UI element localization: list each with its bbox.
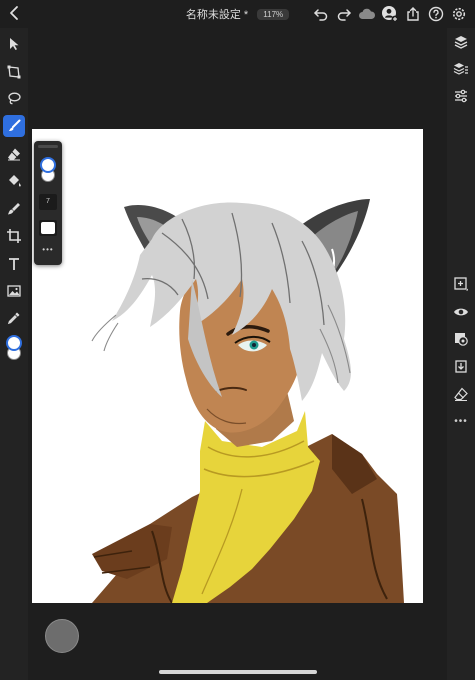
panel-drag-handle[interactable] — [38, 145, 58, 148]
share-icon[interactable] — [403, 4, 423, 24]
layers-icon[interactable] — [450, 31, 472, 53]
eraser-icon[interactable] — [3, 143, 25, 165]
home-indicator — [159, 670, 317, 674]
brush-color-icon[interactable] — [39, 156, 57, 184]
clear-layer-icon[interactable] — [450, 383, 472, 405]
brush-settings-panel: 7 ••• — [34, 141, 62, 265]
top-actions — [311, 4, 469, 24]
color-swatch-icon[interactable] — [5, 333, 23, 363]
drawing-canvas[interactable] — [32, 129, 423, 603]
right-tool-rail: ••• — [447, 28, 475, 680]
settings-icon[interactable] — [449, 4, 469, 24]
user-add-icon[interactable] — [380, 4, 400, 24]
illustration — [91, 199, 404, 603]
visibility-icon[interactable] — [450, 301, 472, 323]
left-tool-rail — [0, 28, 28, 680]
image-icon[interactable] — [3, 280, 25, 302]
smudge-icon[interactable] — [3, 198, 25, 220]
cloud-icon[interactable] — [357, 4, 377, 24]
brush-icon[interactable] — [3, 115, 25, 137]
panel-more-label: ••• — [42, 244, 54, 254]
brush-opacity-swatch[interactable] — [39, 220, 57, 236]
panel-more-icon[interactable]: ••• — [39, 244, 57, 254]
mask-icon[interactable] — [450, 328, 472, 350]
crop-icon[interactable] — [3, 225, 25, 247]
layer-properties-icon[interactable] — [450, 58, 472, 80]
help-icon[interactable] — [426, 4, 446, 24]
redo-icon[interactable] — [334, 4, 354, 24]
fill-bucket-icon[interactable] — [3, 170, 25, 192]
opacity-fill — [41, 222, 55, 234]
zoom-level[interactable]: 117% — [257, 8, 290, 20]
merge-down-icon[interactable] — [450, 356, 472, 378]
touch-modifier-button[interactable] — [45, 619, 79, 653]
brush-size-value[interactable]: 7 — [39, 194, 57, 210]
select-arrow-icon[interactable] — [3, 33, 25, 55]
document-title[interactable]: 名称未設定 * — [186, 9, 248, 21]
lasso-icon[interactable] — [3, 88, 25, 110]
undo-icon[interactable] — [311, 4, 331, 24]
eyedropper-icon[interactable] — [3, 307, 25, 329]
top-bar: 名称未設定 * 117% — [0, 0, 475, 28]
add-layer-icon[interactable] — [450, 273, 472, 295]
transform-icon[interactable] — [3, 61, 25, 83]
more-icon[interactable]: ••• — [450, 410, 472, 432]
text-icon[interactable] — [3, 253, 25, 275]
adjustments-icon[interactable] — [450, 85, 472, 107]
